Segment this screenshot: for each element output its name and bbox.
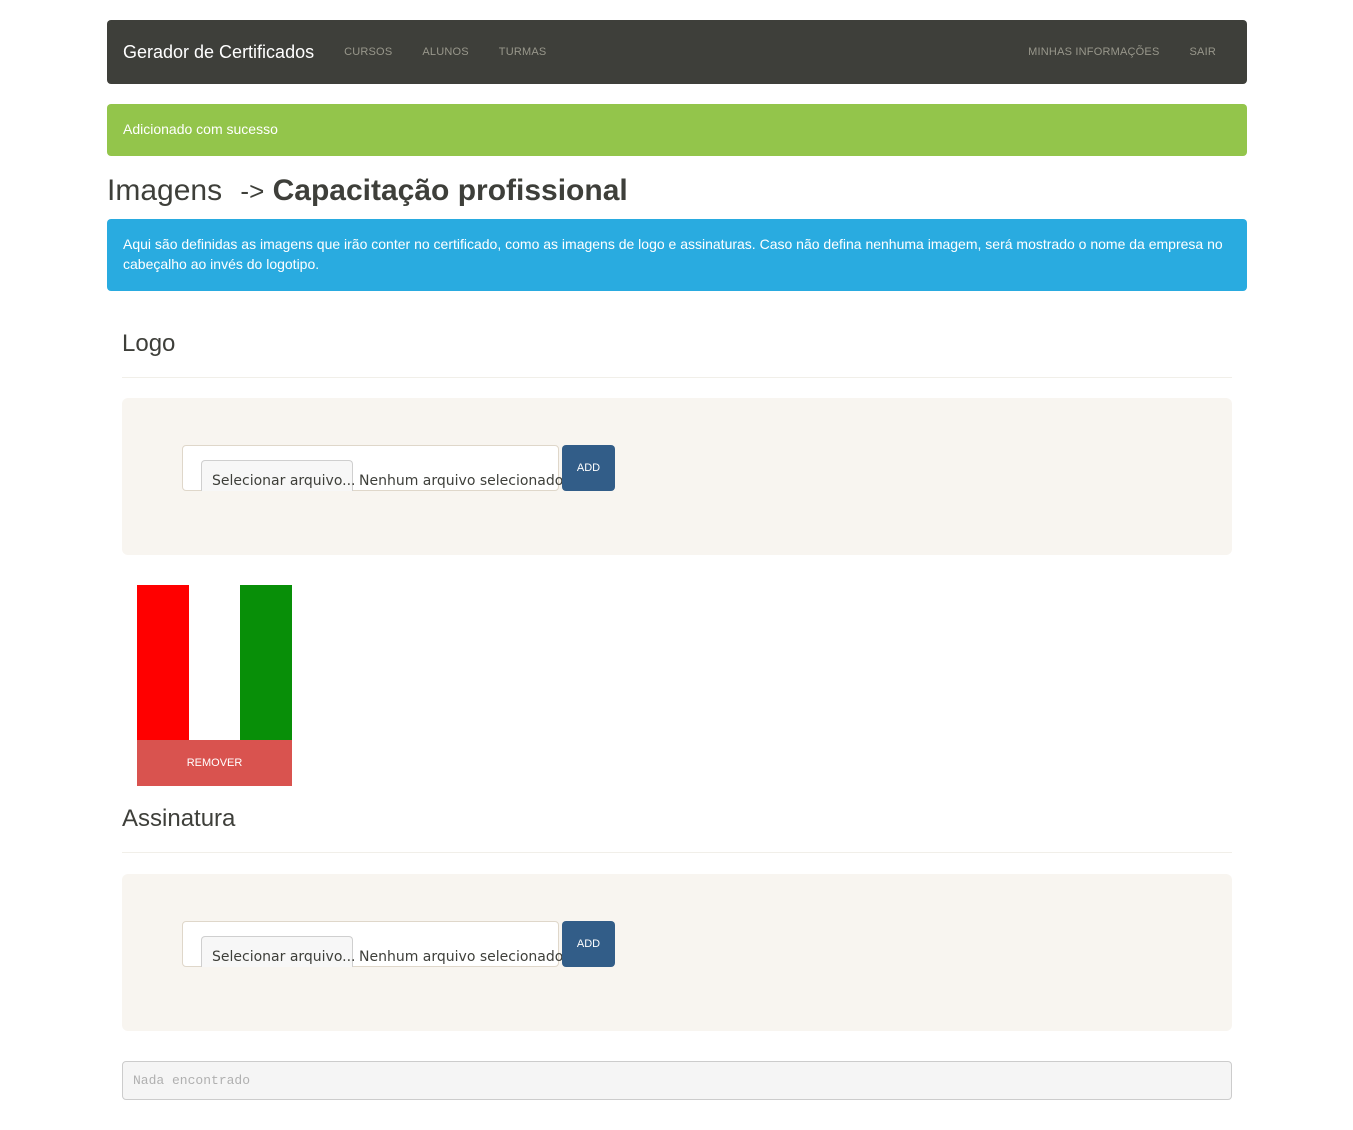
signature-select-file-button[interactable]: Selecionar arquivo...: [201, 936, 356, 967]
signature-section-divider: [122, 852, 1232, 853]
logo-upload-panel: Selecionar arquivo... Nenhum arquivo sel…: [122, 398, 1232, 555]
remove-logo-button[interactable]: REMOVER: [137, 740, 292, 786]
nav-left-group: CURSOS ALUNOS TURMAS: [329, 46, 561, 58]
page-title: Imagens -> Capacitação profissional: [107, 174, 628, 208]
nav-link-turmas[interactable]: TURMAS: [484, 46, 562, 58]
logo-add-button[interactable]: ADD: [562, 445, 615, 491]
top-navbar: Gerador de Certificados CURSOS ALUNOS TU…: [107, 20, 1247, 84]
logo-section-divider: [122, 377, 1232, 378]
nav-right-group: MINHAS INFORMAÇÕES SAIR: [1013, 46, 1231, 58]
logo-image: [137, 585, 293, 740]
info-alert: Aqui são definidas as imagens que irão c…: [107, 219, 1247, 291]
logo-section-title: Logo: [122, 330, 176, 357]
logo-stripe-white: [188, 585, 241, 740]
page-title-prefix: Imagens: [107, 174, 223, 207]
signature-add-button[interactable]: ADD: [562, 921, 615, 967]
signature-section-title: Assinatura: [122, 805, 236, 832]
nav-link-sair[interactable]: SAIR: [1175, 46, 1231, 58]
logo-file-status: Nenhum arquivo selecionado.: [359, 473, 568, 489]
signature-file-input[interactable]: Selecionar arquivo... Nenhum arquivo sel…: [182, 921, 568, 967]
logo-stripe-green: [240, 585, 293, 740]
page-title-course: Capacitação profissional: [272, 174, 628, 207]
page-title-arrow: ->: [240, 176, 265, 206]
logo-file-input[interactable]: Selecionar arquivo... Nenhum arquivo sel…: [182, 445, 568, 491]
success-alert: Adicionado com sucesso: [107, 104, 1247, 156]
nav-link-minhas-informacoes[interactable]: MINHAS INFORMAÇÕES: [1013, 46, 1174, 58]
signature-file-status: Nenhum arquivo selecionado.: [359, 949, 568, 965]
nav-link-alunos[interactable]: ALUNOS: [407, 46, 483, 58]
logo-stripe-red: [137, 585, 189, 740]
logo-select-file-button[interactable]: Selecionar arquivo...: [201, 460, 356, 491]
signature-upload-panel: Selecionar arquivo... Nenhum arquivo sel…: [122, 874, 1232, 1031]
nav-link-cursos[interactable]: CURSOS: [329, 46, 407, 58]
brand-link[interactable]: Gerador de Certificados: [123, 42, 314, 63]
empty-state-message: Nada encontrado: [122, 1061, 1232, 1100]
